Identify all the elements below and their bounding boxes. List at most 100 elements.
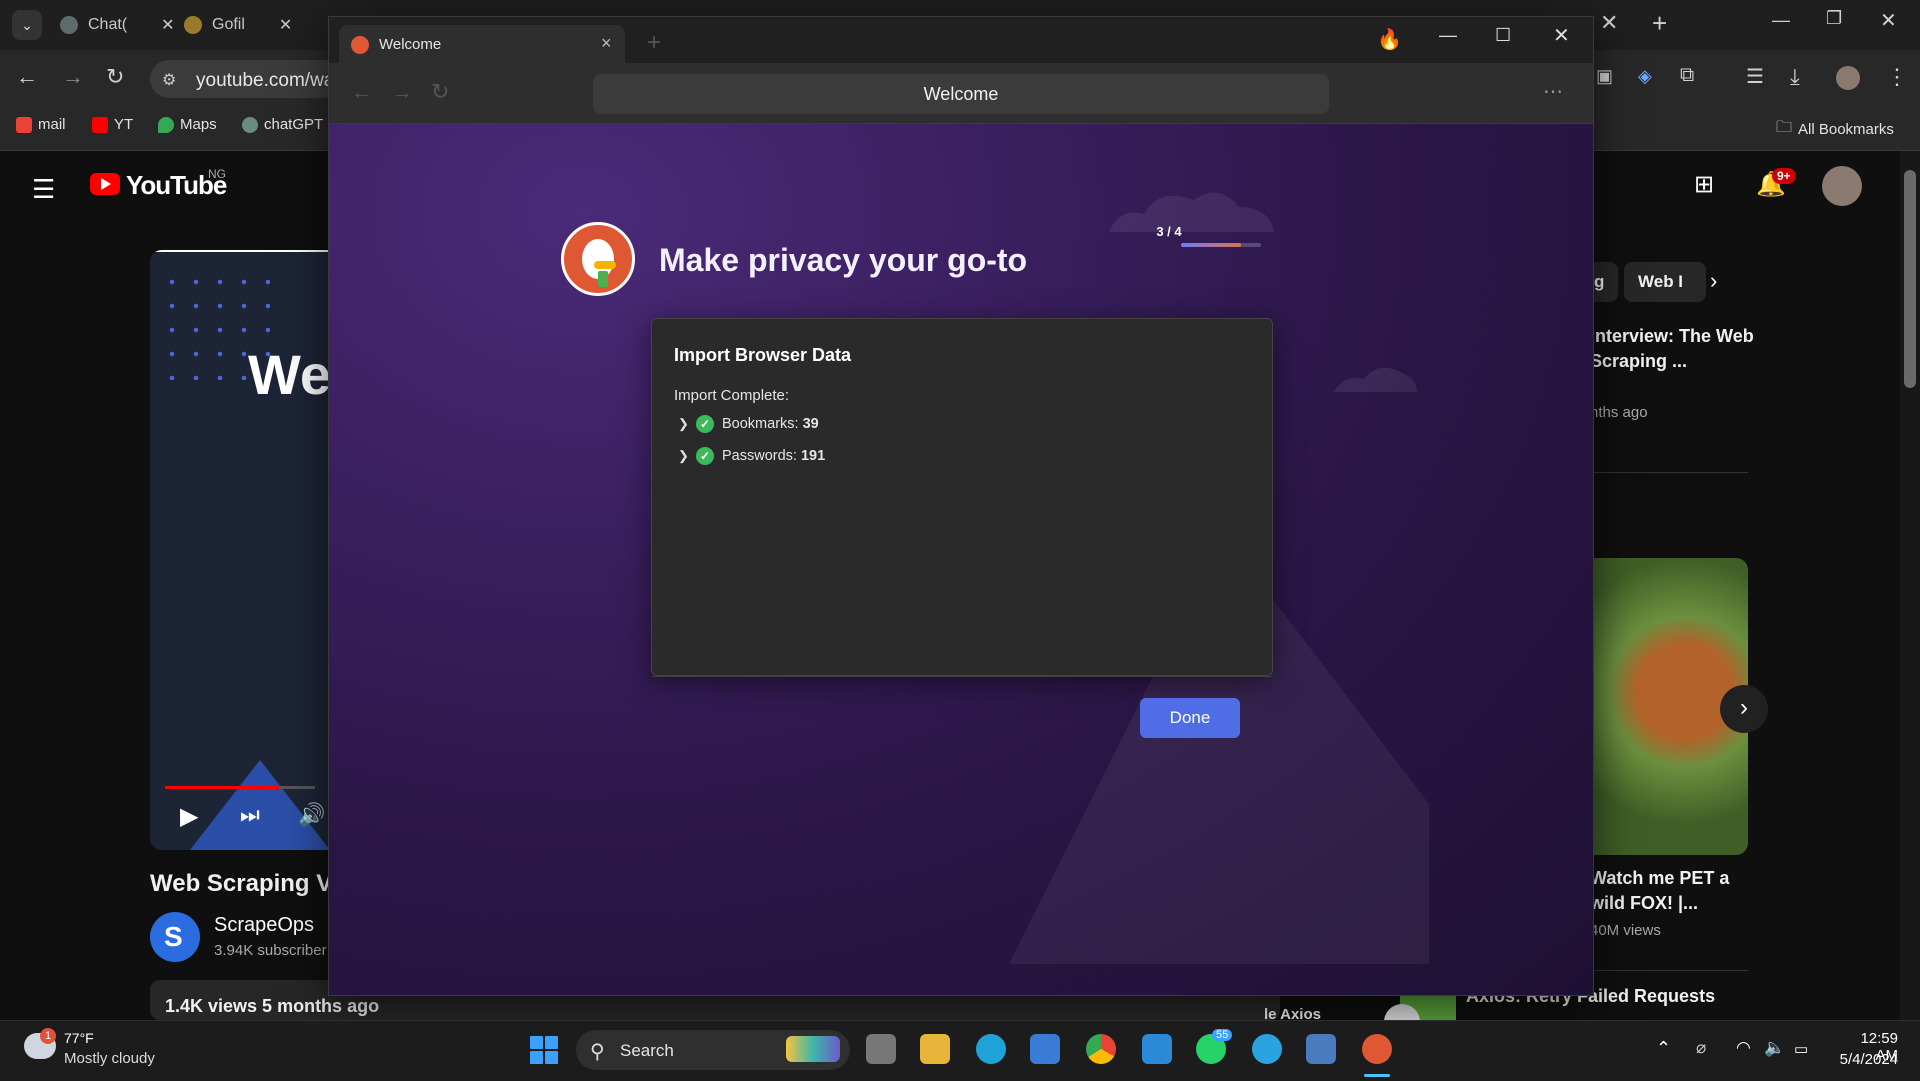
dialog-title: Import Browser Data [674,345,852,365]
maximize-icon[interactable]: ☐ [1495,25,1511,46]
clock-date[interactable]: 5/4/2024 [1838,1051,1898,1068]
reload-icon[interactable]: ↻ [431,79,449,105]
network-off-icon[interactable]: ⌀ [1696,1038,1706,1058]
chrome-tab-close-icon[interactable]: ✕ [1600,10,1618,36]
chevron-up-icon[interactable]: ⌃ [1656,1038,1671,1059]
extensions-puzzle-icon[interactable]: ⧉ [1680,64,1694,87]
microsoft-store-icon[interactable] [1030,1034,1060,1064]
python-icon[interactable] [1306,1034,1336,1064]
restore-icon[interactable]: ❐ [1826,8,1842,29]
edge-icon[interactable] [976,1034,1006,1064]
minimize-icon[interactable]: — [1439,25,1457,46]
active-app-indicator [1364,1074,1390,1077]
video-progress-bar[interactable] [165,786,279,789]
vscode-icon[interactable] [1142,1034,1172,1064]
channel-name[interactable]: ScrapeOps [214,914,314,937]
telegram-icon[interactable] [1252,1034,1282,1064]
site-info-icon[interactable]: ⚙ [162,70,176,90]
play-icon[interactable]: ▶ [180,802,198,831]
file-explorer-icon[interactable] [920,1034,950,1064]
youtube-logo-icon[interactable] [90,173,120,195]
related-video-title[interactable]: Interview: The Web Scraping ... [1590,324,1760,374]
close-window-icon[interactable]: ✕ [1553,23,1570,48]
tab-search-button[interactable]: ⌄ [12,10,42,40]
carousel-next-button[interactable]: › [1720,685,1768,733]
close-window-icon[interactable]: ✕ [1880,8,1897,33]
import-status: Import Complete: [674,387,790,404]
ddg-address-bar[interactable]: Welcome [593,74,1329,114]
channel-avatar[interactable]: S [150,912,200,962]
battery-icon[interactable]: ▭ [1794,1040,1808,1058]
done-button[interactable]: Done [1140,698,1240,738]
download-icon[interactable]: ⤓ [1790,64,1800,90]
gmail-icon [16,116,32,133]
create-video-icon[interactable]: ⊞ [1694,170,1714,199]
chip[interactable]: Web I [1624,262,1706,302]
hamburger-menu-icon[interactable]: ☰ [32,174,55,205]
bookmark-label: mail [38,116,66,133]
bookmark-maps[interactable]: Maps [158,116,217,133]
wifi-icon[interactable]: ◠ [1736,1038,1751,1058]
result-count: 39 [802,416,819,432]
chatgpt-icon [60,16,78,34]
result-row-bookmarks[interactable]: ❯ ✓ Bookmarks: 39 [678,415,819,433]
weather-description[interactable]: Mostly cloudy [64,1050,155,1067]
search-icon: ⚲ [590,1041,605,1063]
fire-icon[interactable]: 🔥 [1377,27,1402,52]
video-player[interactable]: We ▶ ⏭ 🔊 [150,250,330,850]
ddg-tab-welcome[interactable]: Welcome × [339,25,625,63]
volume-icon[interactable]: 🔈 [1764,1038,1785,1058]
extension-icon[interactable]: ▣ [1596,66,1613,87]
notification-badge: 9+ [1772,168,1796,184]
result-count: 191 [800,448,826,464]
check-icon: ✓ [696,415,714,433]
volume-icon[interactable]: 🔊 [298,802,325,828]
yt-avatar[interactable] [1822,166,1862,206]
result-label: Passwords: [722,448,797,464]
folder-icon: 🗀 [1776,119,1793,136]
chrome-icon[interactable] [1086,1034,1116,1064]
reading-list-icon[interactable]: ☰ [1746,64,1764,89]
divider [1590,472,1748,473]
all-bookmarks[interactable]: 🗀 All Bookmarks [1776,116,1894,143]
more-menu-icon[interactable]: ⋯ [1543,79,1563,104]
bookmark-label: YT [114,116,134,133]
back-icon[interactable]: ← [16,64,38,90]
weather-temperature[interactable]: 77°F [64,1030,94,1046]
chrome-tab-chat[interactable]: Chat( ✕ [60,8,175,42]
duckduckgo-taskbar-icon[interactable] [1362,1034,1392,1064]
youtube-icon [92,116,108,133]
chevron-right-icon[interactable]: ❯ [678,416,689,432]
profile-avatar[interactable] [1836,66,1860,90]
copilot-icon[interactable]: ◈ [1638,66,1652,87]
minimize-icon[interactable]: — [1772,10,1790,31]
chrome-menu-icon[interactable]: ⋮ [1886,64,1908,90]
related-video-title[interactable]: Watch me PET a wild FOX! |... [1590,866,1760,916]
chevron-right-icon[interactable]: ❯ [678,448,689,464]
forward-icon[interactable]: → [62,64,84,90]
bookmark-mail[interactable]: mail [16,116,66,133]
dialog-divider [652,676,1272,677]
tab-label: Welcome [379,36,442,53]
result-row-passwords[interactable]: ❯ ✓ Passwords: 191 [678,447,825,465]
close-icon[interactable]: ✕ [279,15,292,35]
region-code: NG [208,167,226,181]
forward-icon[interactable]: → [391,79,413,105]
task-view-icon[interactable] [866,1034,896,1064]
chatgpt-icon [242,116,258,133]
search-highlight-icon[interactable] [786,1036,840,1062]
scrollbar-thumb[interactable] [1904,170,1916,388]
next-icon[interactable]: ⏭ [240,802,260,828]
bookmark-chatgpt[interactable]: chatGPT [242,116,323,133]
new-tab-icon[interactable]: + [1652,8,1667,39]
close-icon[interactable]: ✕ [161,15,174,35]
start-button[interactable] [530,1036,558,1064]
video-title: Web Scraping V [150,870,333,897]
reload-icon[interactable]: ↻ [106,64,124,90]
bookmark-yt[interactable]: YT [92,116,133,133]
back-icon[interactable]: ← [351,79,373,105]
close-icon[interactable]: × [601,33,612,54]
new-tab-icon[interactable]: + [647,29,661,57]
chrome-tab-gofile[interactable]: Gofil ✕ [184,8,292,42]
chevron-right-icon[interactable]: › [1710,268,1717,294]
